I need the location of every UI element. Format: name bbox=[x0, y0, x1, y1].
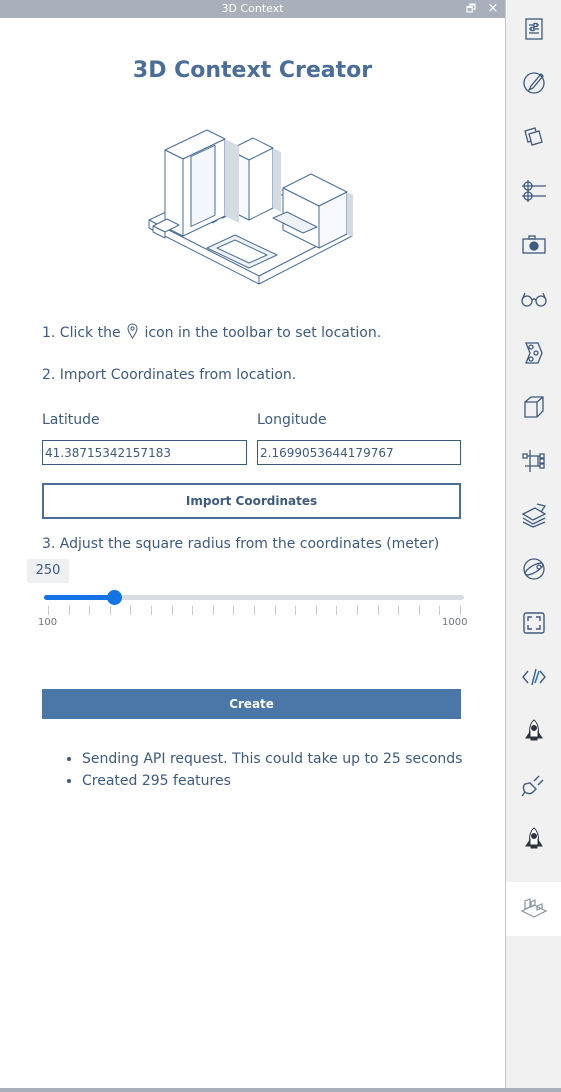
main-panel: 3D Context Creator 1. Click the icon in … bbox=[0, 18, 505, 1088]
slider-max-label: 1000 bbox=[442, 617, 468, 628]
glasses-button[interactable] bbox=[506, 272, 561, 326]
layers-icon bbox=[523, 127, 543, 146]
latitude-input[interactable] bbox=[42, 440, 247, 465]
stack-edit-icon bbox=[521, 503, 546, 528]
slider-tick bbox=[212, 606, 214, 615]
camera-button[interactable] bbox=[506, 218, 561, 272]
status-item: Sending API request. This could take up … bbox=[82, 748, 482, 770]
code-button[interactable] bbox=[506, 650, 561, 704]
node-graph-icon bbox=[521, 180, 546, 202]
code-icon bbox=[521, 668, 546, 686]
slider-tick bbox=[274, 606, 276, 615]
step-3-instruction: 3. Adjust the square radius from the coo… bbox=[42, 536, 440, 552]
tree-structure-icon bbox=[521, 450, 545, 472]
slider-tick bbox=[398, 606, 400, 615]
slider-tick bbox=[439, 606, 441, 615]
slider-tick bbox=[460, 606, 461, 615]
glasses-icon bbox=[520, 292, 547, 307]
status-list: Sending API request. This could take up … bbox=[62, 748, 482, 792]
plug-button[interactable] bbox=[506, 758, 561, 812]
slider-min-label: 100 bbox=[38, 617, 58, 628]
import-coordinates-button[interactable]: Import Coordinates bbox=[42, 483, 461, 519]
restore-window-icon[interactable]: 🗗 bbox=[463, 0, 479, 18]
slider-tick bbox=[336, 606, 338, 615]
slider-tick bbox=[357, 606, 358, 615]
longitude-input[interactable] bbox=[257, 440, 461, 465]
city-illustration bbox=[148, 129, 353, 285]
slider-tick bbox=[377, 606, 379, 615]
step-1-text-before: 1. Click the bbox=[42, 325, 121, 341]
radius-value-badge: 250 bbox=[27, 559, 69, 583]
sphere-button[interactable] bbox=[506, 542, 561, 596]
rocket-button[interactable] bbox=[506, 704, 561, 758]
page-title: 3D Context Creator bbox=[132, 58, 373, 83]
window-title: 3D Context bbox=[221, 2, 284, 15]
slider-tick bbox=[418, 606, 420, 615]
bottom-border bbox=[0, 1088, 561, 1092]
latitude-label: Latitude bbox=[42, 412, 100, 428]
create-button[interactable]: Create bbox=[42, 689, 461, 719]
location-pin-icon bbox=[127, 323, 138, 339]
cube-icon bbox=[523, 396, 544, 418]
brush-icon bbox=[522, 72, 545, 94]
slider-tick bbox=[68, 606, 70, 615]
step-1-text-after: icon in the toolbar to set location. bbox=[144, 325, 382, 341]
slider-tick bbox=[130, 606, 132, 615]
slider-tick bbox=[48, 606, 49, 615]
robot-arm-button[interactable] bbox=[506, 326, 561, 380]
radius-slider-fill bbox=[44, 595, 114, 600]
3d-context-button[interactable] bbox=[506, 882, 561, 936]
step-2-instruction: 2. Import Coordinates from location. bbox=[42, 367, 297, 383]
3d-context-icon bbox=[520, 898, 547, 918]
close-window-icon[interactable]: × bbox=[485, 0, 501, 18]
slider-tick bbox=[89, 606, 91, 615]
slider-tick bbox=[295, 606, 297, 615]
camera-icon bbox=[521, 235, 546, 254]
plug-icon bbox=[520, 775, 543, 797]
layers-button[interactable] bbox=[506, 110, 561, 164]
slider-tick bbox=[151, 606, 152, 615]
slider-tick bbox=[315, 606, 317, 615]
window-titlebar: 3D Context 🗗 × bbox=[0, 0, 505, 18]
brush-button[interactable] bbox=[506, 56, 561, 110]
rocket-icon bbox=[524, 719, 543, 741]
radius-slider-handle[interactable] bbox=[106, 590, 122, 605]
panel-settings-icon bbox=[524, 18, 543, 40]
fullscreen-icon bbox=[522, 612, 545, 634]
slider-tick bbox=[233, 606, 235, 615]
slider-tick bbox=[171, 606, 173, 615]
node-graph-button[interactable] bbox=[506, 164, 561, 218]
sphere-icon bbox=[522, 558, 545, 580]
status-item: Created 295 features bbox=[82, 770, 482, 792]
slider-tick bbox=[254, 606, 255, 615]
slider-tick bbox=[192, 606, 194, 615]
rocket-button-2[interactable] bbox=[506, 812, 561, 866]
robot-arm-icon bbox=[524, 342, 543, 364]
stack-edit-button[interactable] bbox=[506, 488, 561, 542]
right-toolbar bbox=[505, 0, 561, 1092]
step-1-instruction: 1. Click the icon in the toolbar to set … bbox=[42, 323, 381, 341]
slider-tick bbox=[109, 606, 111, 615]
rocket-icon-2 bbox=[524, 827, 543, 849]
longitude-label: Longitude bbox=[257, 412, 327, 428]
tree-structure-button[interactable] bbox=[506, 434, 561, 488]
panel-settings-button[interactable] bbox=[506, 2, 561, 56]
cube-button[interactable] bbox=[506, 380, 561, 434]
fullscreen-button[interactable] bbox=[506, 596, 561, 650]
